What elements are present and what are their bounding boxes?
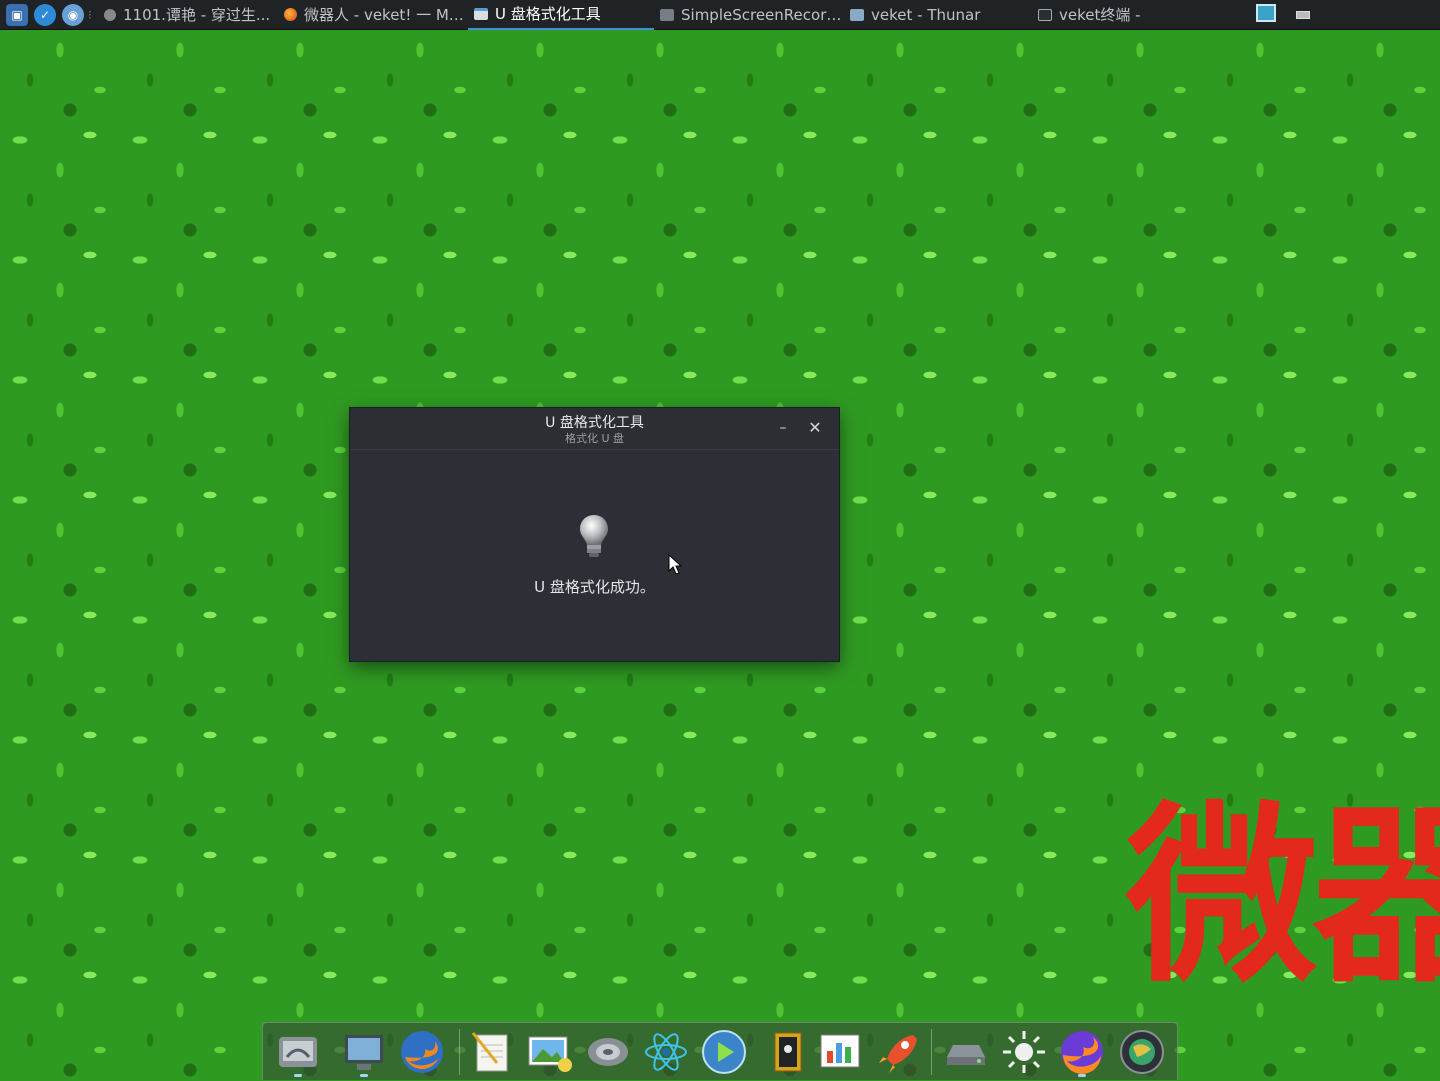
running-indicator — [360, 1074, 368, 1077]
speaker-icon[interactable] — [583, 1027, 633, 1077]
taskbar-item-file-manager[interactable]: veket - Thunar — [844, 0, 1032, 30]
dock-separator — [459, 1029, 460, 1075]
monitor-icon[interactable] — [339, 1027, 389, 1077]
disk-utility-icon[interactable] — [273, 1027, 323, 1077]
running-indicator — [1078, 1074, 1086, 1077]
taskbar-item-music[interactable]: 1101.谭艳 - 穿过生... — [98, 0, 278, 30]
watermark-text: 微器 — [1126, 786, 1440, 1009]
media-player-icon[interactable] — [699, 1027, 749, 1077]
image-viewer-icon[interactable] — [525, 1027, 575, 1077]
drive-icon[interactable] — [941, 1027, 991, 1077]
firefox-browser-icon[interactable] — [397, 1027, 447, 1077]
mouse-cursor-icon — [668, 554, 682, 575]
firefox-icon[interactable] — [1057, 1027, 1107, 1077]
taskbar-item-label: U 盘格式化工具 — [495, 5, 601, 23]
folder-icon — [850, 8, 864, 21]
taskbar-item-label: 微器人 - veket! 一 M… — [304, 6, 464, 24]
address-book-icon[interactable] — [763, 1027, 813, 1077]
display-monitor-icon[interactable] — [1256, 4, 1276, 22]
screenshot-app-icon[interactable]: ▣ — [6, 3, 28, 26]
taskbar-item-terminal[interactable]: veket终端 - — [1032, 0, 1172, 30]
record-icon — [104, 8, 116, 21]
globe-icon[interactable] — [1117, 1027, 1167, 1077]
terminal-icon — [1038, 8, 1052, 21]
firefox-icon — [284, 8, 297, 21]
taskbar-item-screen-recorder[interactable]: SimpleScreenRecor… — [654, 0, 844, 30]
taskbar-item-browser[interactable]: 微器人 - veket! 一 M… — [278, 0, 468, 30]
application-dock — [262, 1022, 1178, 1080]
success-message: U 盘格式化成功。 — [534, 578, 655, 596]
atom-icon[interactable] — [641, 1027, 691, 1077]
text-editor-icon[interactable] — [467, 1027, 517, 1077]
dock-separator — [931, 1029, 932, 1075]
chart-icon[interactable] — [815, 1027, 865, 1077]
running-indicator — [294, 1074, 302, 1077]
lightbulb-icon — [580, 515, 608, 557]
taskbar-item-label: veket - Thunar — [871, 5, 981, 24]
window-icon — [660, 8, 674, 21]
panel-separator: ⁝ — [88, 7, 92, 22]
top-panel: ▣ ✓ ◉ ⁝ 1101.谭艳 - 穿过生... 微器人 - veket! 一 … — [0, 0, 1440, 30]
taskbar-item-label: SimpleScreenRecor… — [681, 5, 842, 24]
dialog-title: U 盘格式化工具 — [545, 415, 644, 431]
dialog-titlebar[interactable]: U 盘格式化工具 格式化 U 盘 – ✕ — [350, 408, 839, 450]
browser-app-icon[interactable]: ✓ — [34, 3, 56, 26]
sun-settings-icon[interactable] — [999, 1027, 1049, 1077]
format-tool-dialog: U 盘格式化工具 格式化 U 盘 – ✕ U 盘格式化成功。 — [350, 408, 839, 661]
window-icon — [474, 7, 488, 20]
close-button[interactable]: ✕ — [805, 418, 825, 438]
dialog-subtitle: 格式化 U 盘 — [564, 432, 625, 445]
network-app-icon[interactable]: ◉ — [62, 3, 84, 26]
taskbar-item-label: veket终端 - — [1059, 6, 1141, 24]
taskbar-item-format-tool[interactable]: U 盘格式化工具 — [468, 0, 654, 30]
rocket-icon[interactable] — [873, 1027, 923, 1077]
battery-icon[interactable] — [1296, 11, 1310, 19]
taskbar-item-label: 1101.谭艳 - 穿过生... — [123, 6, 271, 24]
minimize-button[interactable]: – — [773, 418, 793, 438]
